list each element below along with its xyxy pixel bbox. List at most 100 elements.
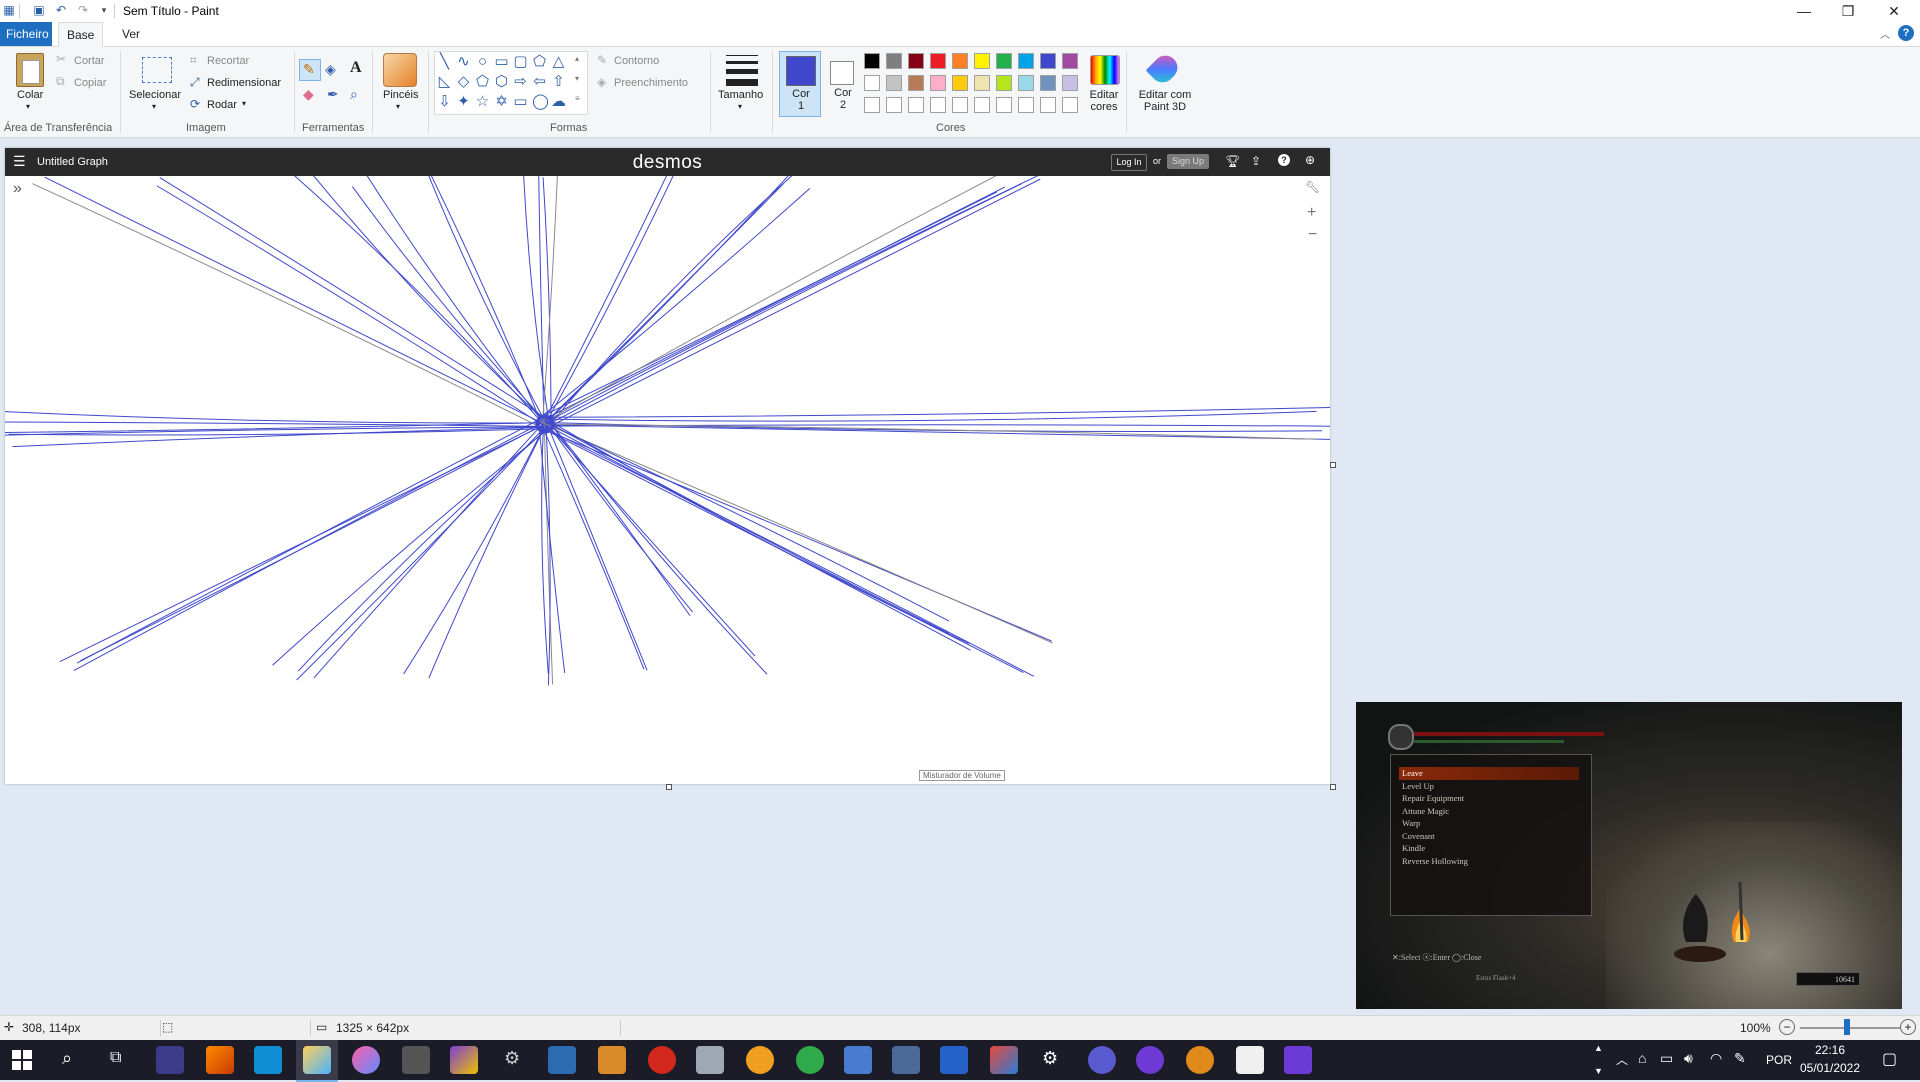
cloud-callout-shape-icon[interactable]: ☁ [551, 94, 566, 109]
size-button[interactable]: Tamanho [718, 89, 763, 101]
tab-ver[interactable]: Ver [114, 22, 148, 46]
text-tool-icon[interactable]: A [350, 59, 362, 77]
rotate-dropdown-icon[interactable]: ▾ [242, 99, 246, 108]
undo-icon[interactable]: ↶ [54, 3, 68, 17]
palette-color-swatch[interactable] [1040, 97, 1056, 113]
palette-color-swatch[interactable] [930, 97, 946, 113]
shapes-expand-icon[interactable]: ≡ [575, 94, 580, 103]
palette-color-swatch[interactable] [930, 75, 946, 91]
down-arrow-shape-icon[interactable]: ⇩ [437, 94, 452, 109]
palette-color-swatch[interactable] [908, 53, 924, 69]
taskbar-app-icon[interactable] [254, 1046, 282, 1074]
pentagon-shape-icon[interactable]: ⬠ [475, 74, 490, 89]
triangle-shape-icon[interactable]: △ [551, 54, 566, 69]
palette-color-swatch[interactable] [1018, 53, 1034, 69]
taskbar-app-icon[interactable] [648, 1046, 676, 1074]
taskbar-paint-active[interactable] [296, 1040, 338, 1082]
close-button[interactable]: ✕ [1872, 0, 1916, 22]
palette-color-swatch[interactable] [864, 97, 880, 113]
palette-color-swatch[interactable] [974, 97, 990, 113]
palette-color-swatch[interactable] [974, 75, 990, 91]
taskbar-app-icon[interactable] [746, 1046, 774, 1074]
minimize-button[interactable]: — [1782, 0, 1826, 22]
clock-date[interactable]: 05/01/2022 [1798, 1061, 1862, 1075]
edit-colors-icon[interactable] [1090, 55, 1120, 85]
tab-ficheiro[interactable]: Ficheiro [0, 22, 52, 46]
five-point-star-shape-icon[interactable]: ☆ [475, 94, 490, 109]
taskbar-app-icon[interactable] [892, 1046, 920, 1074]
usb-icon[interactable]: ⌂ [1638, 1050, 1646, 1066]
clock-time[interactable]: 22:16 [1800, 1043, 1860, 1057]
pen-icon[interactable]: ✎ [1734, 1050, 1746, 1067]
color1-selector[interactable]: Cor 1 [779, 51, 821, 117]
palette-color-swatch[interactable] [886, 53, 902, 69]
paste-dropdown-icon[interactable]: ▾ [26, 102, 30, 111]
taskbar-app-icon[interactable] [696, 1046, 724, 1074]
edit-colors-button[interactable]: Editar cores [1088, 89, 1120, 113]
taskbar-app-icon[interactable] [1284, 1046, 1312, 1074]
zoom-in-button[interactable]: + [1900, 1019, 1916, 1035]
palette-color-swatch[interactable] [996, 97, 1012, 113]
shapes-scroll-down-icon[interactable]: ▾ [575, 74, 579, 83]
left-arrow-shape-icon[interactable]: ⇦ [532, 74, 547, 89]
taskbar-app-icon[interactable] [402, 1046, 430, 1074]
palette-color-swatch[interactable] [996, 75, 1012, 91]
rounded-rectangle-shape-icon[interactable]: ▢ [513, 54, 528, 69]
size-icon[interactable] [726, 55, 758, 86]
show-hidden-icons-icon[interactable]: ︿ [1616, 1051, 1628, 1068]
resize-handle-corner[interactable] [1330, 784, 1336, 790]
tab-base[interactable]: Base [58, 22, 104, 47]
polygon-shape-icon[interactable]: ⬠ [532, 54, 547, 69]
taskbar-app-icon[interactable] [796, 1046, 824, 1074]
language-indicator[interactable]: POR [1766, 1053, 1792, 1067]
size-dropdown-icon[interactable]: ▾ [738, 102, 742, 111]
brushes-button[interactable]: Pincéis [383, 89, 418, 101]
color-picker-icon[interactable]: ✒ [327, 86, 339, 103]
collapse-ribbon-icon[interactable]: ︿ [1880, 26, 1890, 41]
palette-color-swatch[interactable] [952, 97, 968, 113]
taskbar-app-icon[interactable] [1088, 1046, 1116, 1074]
volume-icon[interactable]: 🔊︎ [1684, 1050, 1693, 1067]
notification-icon[interactable]: ▢ [1882, 1049, 1897, 1069]
customize-quick-access-icon[interactable]: ▾ [97, 3, 111, 17]
right-arrow-shape-icon[interactable]: ⇨ [513, 74, 528, 89]
palette-color-swatch[interactable] [1040, 53, 1056, 69]
palette-color-swatch[interactable] [1018, 75, 1034, 91]
diamond-shape-icon[interactable]: ◇ [456, 74, 471, 89]
taskbar-app-icon[interactable] [156, 1046, 184, 1074]
line-shape-icon[interactable]: ╲ [437, 54, 452, 69]
select-dropdown-icon[interactable]: ▾ [152, 102, 156, 111]
palette-color-swatch[interactable] [908, 97, 924, 113]
four-point-star-shape-icon[interactable]: ✦ [456, 94, 471, 109]
palette-color-swatch[interactable] [1018, 97, 1034, 113]
battery-icon[interactable]: ▭ [1660, 1050, 1673, 1067]
github-icon[interactable] [1136, 1046, 1164, 1074]
shapes-gallery[interactable]: ╲ ∿ ○ ▭ ▢ ⬠ △ ◺ ◇ ⬠ ⬡ ⇨ ⇦ ⇧ ⇩ ✦ ☆ ✡ ▭ ◯ … [434, 51, 588, 115]
palette-color-swatch[interactable] [1062, 53, 1078, 69]
rectangle-shape-icon[interactable]: ▭ [494, 54, 509, 69]
taskbar-app-icon[interactable] [990, 1046, 1018, 1074]
palette-color-swatch[interactable] [952, 53, 968, 69]
zoom-slider-thumb[interactable] [1844, 1019, 1850, 1035]
oval-shape-icon[interactable]: ○ [475, 54, 490, 69]
palette-color-swatch[interactable] [996, 53, 1012, 69]
fill-button[interactable]: Preenchimento [614, 77, 688, 89]
start-button[interactable] [12, 1050, 32, 1070]
crop-button[interactable]: Recortar [207, 55, 249, 67]
taskbar-app-icon[interactable] [352, 1046, 380, 1074]
up-arrow-shape-icon[interactable]: ⇧ [551, 74, 566, 89]
magnifier-icon[interactable]: ⌕ [350, 86, 358, 103]
shapes-scroll-up-icon[interactable]: ▴ [575, 54, 579, 63]
paint3d-icon[interactable] [1145, 50, 1183, 88]
settings-gear-icon[interactable]: ⚙ [1042, 1048, 1058, 1069]
taskbar-app-icon[interactable] [548, 1046, 576, 1074]
palette-color-swatch[interactable] [1062, 97, 1078, 113]
brushes-icon[interactable] [383, 53, 417, 87]
rotate-button[interactable]: Rodar [207, 99, 237, 111]
curve-shape-icon[interactable]: ∿ [456, 54, 471, 69]
settings-gear-icon[interactable]: ⚙ [504, 1048, 520, 1069]
palette-color-swatch[interactable] [864, 75, 880, 91]
palette-color-swatch[interactable] [952, 75, 968, 91]
palette-color-swatch[interactable] [886, 75, 902, 91]
palette-color-swatch[interactable] [1062, 75, 1078, 91]
